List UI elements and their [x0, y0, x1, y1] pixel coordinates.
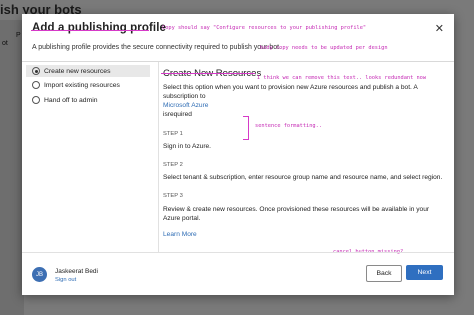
intro-line-1: Select this option when you want to prov…: [163, 84, 418, 91]
close-icon[interactable]: ✕: [435, 22, 444, 35]
sentence-formatting-annotation: sentence formatting..: [255, 123, 322, 129]
redundant-text-annotation: I think we can remove this text.. looks …: [257, 75, 427, 81]
background-sidebar: ot: [0, 20, 24, 315]
avatar: JB: [32, 267, 47, 282]
pane-divider: [158, 62, 159, 252]
title-strikethrough-annotation: [31, 30, 149, 31]
intro-line-3: isrequired: [163, 111, 192, 118]
sign-out-link[interactable]: Sign out: [55, 277, 76, 283]
background-tab: P: [16, 32, 21, 39]
next-button[interactable]: Next: [406, 265, 443, 280]
step-3-text: Review & create new resources. Once prov…: [163, 206, 430, 222]
option-label: Import existing resources: [44, 81, 120, 89]
footer-divider: [22, 252, 454, 253]
intro-paragraph: Select this option when you want to prov…: [163, 83, 443, 119]
background-sidebar-item: ot: [2, 40, 8, 47]
header-divider: [22, 61, 454, 62]
step-3-label: STEP 3: [163, 193, 183, 199]
step-2-text: Select tenant & subscription, enter reso…: [163, 174, 443, 181]
intro-line-2: subscription to: [163, 93, 206, 100]
step-2-label: STEP 2: [163, 162, 183, 168]
radio-button[interactable]: [32, 67, 40, 75]
step-1-text: Sign in to Azure.: [163, 143, 212, 150]
title-annotation: Copy should say "Configure resources to …: [162, 25, 367, 31]
radio-button[interactable]: [32, 96, 40, 104]
option-create-new-resources[interactable]: Create new resources: [26, 65, 150, 77]
user-name: Jaskeerat Bedi: [55, 268, 98, 275]
sentence-bracket-annotation: [243, 116, 249, 140]
dialog-title: Add a publishing profile: [32, 22, 167, 34]
radio-button[interactable]: [32, 81, 40, 89]
option-details: Create New Resources Select this option …: [161, 68, 443, 238]
learn-more-link[interactable]: Learn More: [163, 231, 443, 238]
content-title: Create New Resources: [161, 68, 261, 79]
option-label: Hand off to admin: [44, 96, 98, 104]
back-button[interactable]: Back: [366, 265, 402, 282]
microsoft-azure-link[interactable]: Microsoft Azure: [163, 101, 443, 110]
option-label: Create new resources: [44, 67, 111, 75]
option-hand-off-to-admin[interactable]: Hand off to admin: [32, 96, 98, 104]
option-import-existing-resources[interactable]: Import existing resources: [32, 81, 120, 89]
publishing-profile-dialog: Add a publishing profile Copy should say…: [22, 14, 454, 295]
content-title-strikethrough-annotation: [161, 73, 255, 74]
step-1-label: STEP 1: [163, 131, 183, 137]
dialog-subtitle: A publishing profile provides the secure…: [32, 44, 282, 51]
body-copy-annotation: body copy needs to be updated per design: [260, 45, 388, 51]
